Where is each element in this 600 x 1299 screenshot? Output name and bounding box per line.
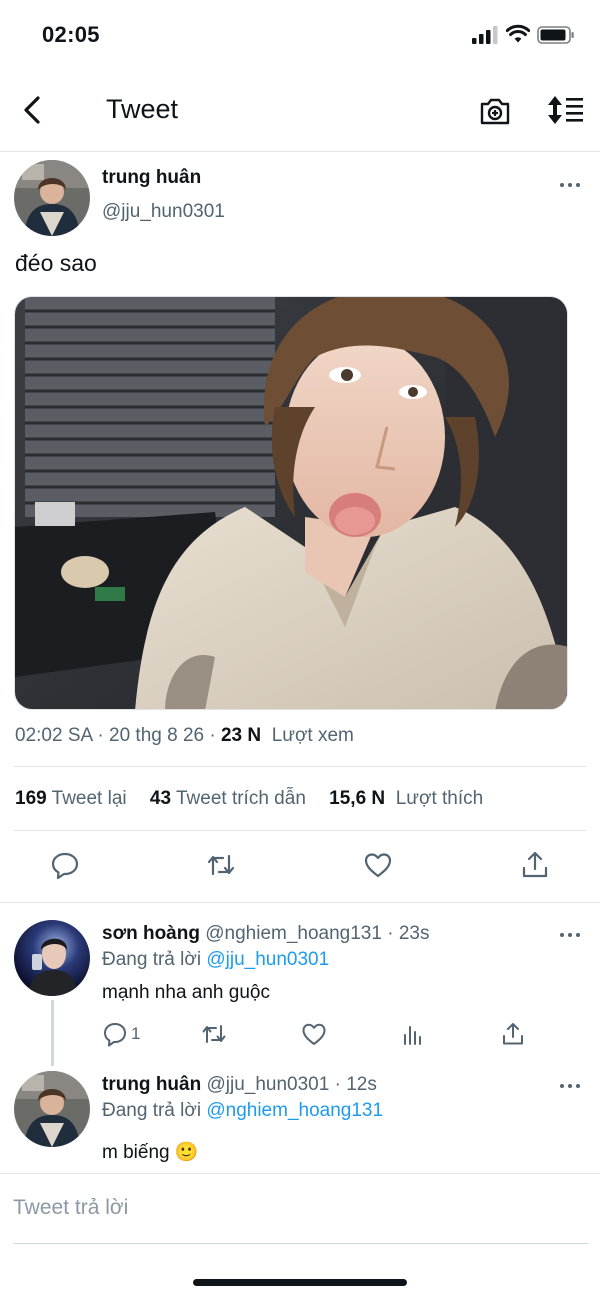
likes-label: Lượt thích bbox=[395, 788, 484, 809]
retweets-count: 169 bbox=[15, 788, 47, 809]
divider bbox=[14, 766, 586, 767]
quotes-stat[interactable]: 43 Tweet trích dẫn bbox=[150, 788, 306, 809]
share-icon[interactable] bbox=[500, 1021, 526, 1047]
views-label: Lượt xem bbox=[271, 725, 354, 746]
avatar[interactable] bbox=[14, 920, 90, 996]
more-icon[interactable] bbox=[558, 1081, 582, 1091]
avatar[interactable] bbox=[14, 160, 90, 236]
wifi-icon bbox=[506, 24, 530, 43]
reply-handle-time[interactable]: @nghiem_hoang131 · 23s bbox=[205, 923, 429, 944]
tweet-timestamp: 02:02 SA · 20 thg 8 26 · bbox=[15, 725, 221, 746]
status-bar: 02:05 bbox=[0, 0, 600, 72]
page-title: Tweet bbox=[106, 94, 179, 124]
views-count: 23 N bbox=[220, 725, 262, 746]
reply-context-handle[interactable]: @nghiem_hoang131 bbox=[206, 1100, 383, 1121]
quotes-count: 43 bbox=[149, 788, 172, 809]
divider bbox=[14, 830, 586, 831]
reply-context-prefix: Đang trả lời bbox=[102, 1100, 207, 1121]
reply-icon[interactable] bbox=[50, 850, 80, 880]
reply-handle-time[interactable]: @jju_hun0301 · 12s bbox=[206, 1074, 376, 1095]
reply-author-name[interactable]: trung huân bbox=[102, 1074, 201, 1095]
signal-icon bbox=[472, 26, 498, 44]
author-name[interactable]: trung huân bbox=[102, 167, 201, 189]
reply-compose-input[interactable]: Tweet trả lời bbox=[13, 1196, 128, 1220]
tweet-stats: 169 Tweet lại 43 Tweet trích dẫn 15,6 N … bbox=[15, 788, 501, 810]
retweets-stat[interactable]: 169 Tweet lại bbox=[15, 788, 127, 809]
reply-text: mạnh nha anh guộc bbox=[102, 982, 270, 1003]
reply-text: m biếng 🙂 bbox=[102, 1142, 199, 1163]
status-time: 02:05 bbox=[42, 22, 100, 47]
home-indicator[interactable] bbox=[193, 1279, 407, 1286]
retweet-icon[interactable] bbox=[201, 1021, 227, 1047]
retweet-icon[interactable] bbox=[206, 850, 236, 880]
likes-stat[interactable]: 15,6 N Lượt thích bbox=[329, 788, 483, 809]
more-icon[interactable] bbox=[558, 930, 582, 940]
analytics-icon[interactable] bbox=[400, 1021, 426, 1047]
reply-context: Đang trả lời @jju_hun0301 bbox=[102, 949, 329, 971]
like-icon[interactable] bbox=[363, 850, 393, 880]
camera-icon[interactable] bbox=[478, 94, 512, 128]
divider bbox=[0, 902, 600, 903]
quotes-label: Tweet trích dẫn bbox=[175, 788, 306, 809]
author-handle[interactable]: @jju_hun0301 bbox=[102, 201, 225, 223]
avatar[interactable] bbox=[14, 1071, 90, 1147]
reply-author-name[interactable]: sơn hoàng bbox=[102, 923, 200, 944]
more-icon[interactable] bbox=[558, 180, 582, 190]
reply-header: trung huân @jju_hun0301 · 12s bbox=[102, 1074, 377, 1096]
share-icon[interactable] bbox=[520, 850, 550, 880]
thread-connector bbox=[51, 1000, 54, 1066]
likes-count: 15,6 N bbox=[329, 788, 386, 809]
nav-header: Tweet bbox=[0, 72, 600, 152]
tweet-photo[interactable] bbox=[14, 296, 568, 710]
retweets-label: Tweet lại bbox=[51, 788, 127, 809]
tweet-text: đéo sao bbox=[15, 250, 97, 276]
reply-context: Đang trả lời @nghiem_hoang131 bbox=[102, 1100, 383, 1122]
reply-context-handle[interactable]: @jju_hun0301 bbox=[206, 949, 329, 970]
divider bbox=[0, 1173, 600, 1174]
tweet-meta: 02:02 SA · 20 thg 8 26 · 23 N Lượt xem bbox=[15, 725, 354, 747]
sort-icon[interactable] bbox=[546, 94, 584, 126]
reply-header: sơn hoàng @nghiem_hoang131 · 23s bbox=[102, 923, 429, 945]
like-icon[interactable] bbox=[301, 1021, 327, 1047]
reply-context-prefix: Đang trả lời bbox=[102, 949, 207, 970]
reply-count: 1 bbox=[131, 1024, 141, 1043]
compose-underline bbox=[13, 1243, 588, 1244]
battery-icon bbox=[537, 26, 574, 44]
back-arrow-icon[interactable] bbox=[18, 94, 50, 126]
reply-icon[interactable] bbox=[102, 1021, 128, 1047]
